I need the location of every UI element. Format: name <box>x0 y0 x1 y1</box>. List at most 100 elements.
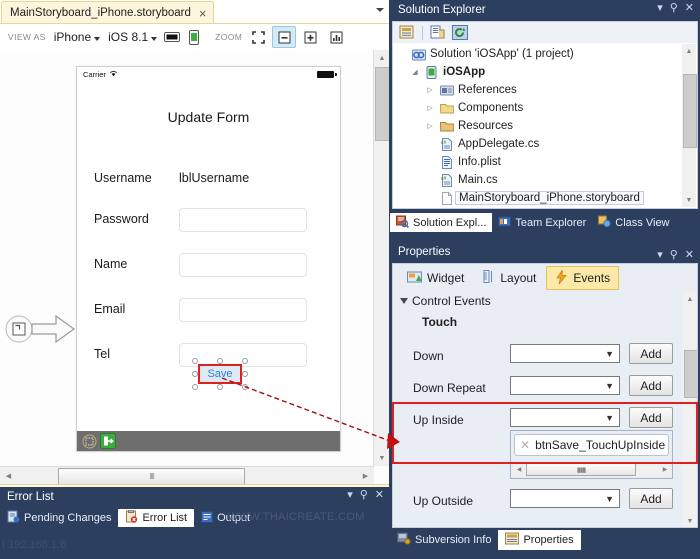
tree-node-resources[interactable]: ▷ Resources <box>397 117 697 135</box>
scrollbar-thumb[interactable] <box>683 74 697 148</box>
tree-expander[interactable]: ▷ <box>425 104 435 112</box>
landscape-icon[interactable] <box>161 27 183 47</box>
zoom-actual-icon[interactable] <box>324 26 348 48</box>
tab-pending-changes[interactable]: Pending Changes <box>0 509 118 527</box>
lbl-username-value[interactable]: lblUsername <box>179 171 249 185</box>
resize-handle[interactable] <box>242 371 248 377</box>
scroll-up-icon[interactable]: ▲ <box>682 44 696 58</box>
tree-node-label: iOSApp <box>443 66 486 78</box>
zoom-in-icon[interactable] <box>298 26 322 48</box>
resize-handle[interactable] <box>242 384 248 390</box>
tree-node-main-cs[interactable]: c# Main.cs <box>397 171 697 189</box>
canvas-horizontal-scrollbar[interactable]: ◀ ‖‖ ▶ <box>0 466 374 485</box>
event-handler-select[interactable]: ▼ <box>510 344 620 363</box>
design-canvas[interactable]: Carrier Update Form Username lblUsername… <box>0 50 374 466</box>
scroll-left-icon[interactable]: ◀ <box>513 463 525 476</box>
os-version-dropdown[interactable]: iOS 8.1 <box>104 28 161 46</box>
tree-expander[interactable]: ▷ <box>425 86 435 94</box>
pin-icon[interactable]: ⚲ <box>670 3 678 14</box>
scroll-right-icon[interactable]: ▶ <box>357 467 374 484</box>
scroll-up-icon[interactable]: ▲ <box>683 292 697 306</box>
resize-handle[interactable] <box>242 358 248 364</box>
properties-scrollbar[interactable]: ▲ ▼ <box>683 292 697 527</box>
scroll-down-icon[interactable]: ▼ <box>683 514 697 527</box>
name-input[interactable] <box>179 253 307 277</box>
chevron-down-icon[interactable] <box>376 8 384 12</box>
scroll-up-icon[interactable]: ▲ <box>374 50 390 66</box>
tab-widget[interactable]: Widget <box>399 266 472 290</box>
scrollbar-thumb[interactable]: ‖‖ <box>58 468 245 485</box>
resize-handle[interactable] <box>217 384 223 390</box>
tree-node-components[interactable]: ▷ Components <box>397 99 697 117</box>
handler-chip-btnsave-touchupinside[interactable]: ✕ btnSave_TouchUpInside <box>514 434 669 456</box>
chevron-down-icon[interactable]: ▾ <box>657 3 663 14</box>
tree-node-appdelegate-cs[interactable]: c# AppDelegate.cs <box>397 135 697 153</box>
event-handler-select[interactable]: ▼ <box>510 408 620 427</box>
add-handler-button[interactable]: Add <box>629 488 673 509</box>
solution-tree-scrollbar[interactable]: ▲ ▼ <box>682 44 697 207</box>
tab-class-view[interactable]: Class View <box>592 213 675 232</box>
device-dropdown[interactable]: iPhone <box>50 28 104 46</box>
tree-node-iosapp[interactable]: ◢ iOSApp <box>397 63 697 81</box>
tree-node-label: Solution 'iOSApp' (1 project) <box>430 48 574 60</box>
save-button-selection[interactable]: Save <box>192 358 248 390</box>
resize-handle[interactable] <box>192 358 198 364</box>
tree-node-references[interactable]: ▷ References <box>397 81 697 99</box>
tab-events[interactable]: Events <box>546 266 620 290</box>
pin-icon[interactable]: ⚲ <box>670 250 678 261</box>
solution-tree[interactable]: Solution 'iOSApp' (1 project) ◢ iOSApp ▷… <box>392 43 698 209</box>
refresh-icon[interactable] <box>450 24 470 42</box>
remove-x-icon[interactable]: ✕ <box>520 438 530 452</box>
tab-team-explorer[interactable]: Team Explorer <box>492 213 592 232</box>
close-icon[interactable]: ✕ <box>685 250 694 261</box>
tree-expander[interactable]: ▷ <box>425 122 435 130</box>
tab-subversion-info[interactable]: Subversion Info <box>390 530 498 550</box>
resize-handle[interactable] <box>192 384 198 390</box>
scroll-left-icon[interactable]: ◀ <box>0 467 17 484</box>
tab-error-list[interactable]: Error List <box>118 509 195 527</box>
tab-layout[interactable]: Layout <box>474 266 544 290</box>
chevron-down-icon[interactable]: ▾ <box>347 490 353 501</box>
portrait-icon[interactable] <box>183 27 205 47</box>
tree-expander[interactable]: ◢ <box>410 68 420 76</box>
tree-node-info-plist[interactable]: Info.plist <box>397 153 697 171</box>
zoom-out-icon[interactable] <box>272 26 297 48</box>
scroll-right-icon[interactable]: ▶ <box>659 463 671 476</box>
event-handler-select[interactable]: ▼ <box>510 489 620 508</box>
password-input[interactable] <box>179 208 307 232</box>
resize-handle[interactable] <box>217 358 223 364</box>
view-controller-canvas[interactable]: Carrier Update Form Username lblUsername… <box>76 66 341 452</box>
pin-icon[interactable]: ⚲ <box>360 490 368 501</box>
tab-properties[interactable]: Properties <box>498 530 581 550</box>
show-all-files-icon[interactable] <box>428 24 448 42</box>
first-responder-icon[interactable] <box>81 433 97 449</box>
scroll-down-icon[interactable]: ▼ <box>682 193 696 207</box>
handler-list-hscrollbar[interactable]: ◀ ▮▮▮ ▶ <box>513 463 671 476</box>
scrollbar-thumb[interactable] <box>375 67 390 141</box>
scrollbar-thumb[interactable] <box>684 350 697 398</box>
event-handler-select[interactable]: ▼ <box>510 376 620 395</box>
email-input[interactable] <box>179 298 307 322</box>
resize-handle[interactable] <box>192 371 198 377</box>
save-button[interactable]: Save <box>198 364 242 384</box>
scrollbar-thumb[interactable]: ▮▮▮ <box>526 463 636 476</box>
up-inside-handler-list[interactable]: ✕ btnSave_TouchUpInside ◀ ▮▮▮ ▶ <box>510 430 673 479</box>
close-icon[interactable]: × <box>197 7 209 20</box>
close-icon[interactable]: ✕ <box>685 3 694 14</box>
tab-solution-explorer[interactable]: Solution Expl... <box>390 213 493 232</box>
properties-window-icon[interactable] <box>397 24 417 42</box>
exit-segue-icon[interactable] <box>100 433 116 449</box>
add-handler-button[interactable]: Add <box>629 375 673 396</box>
close-icon[interactable]: ✕ <box>375 490 384 501</box>
initial-view-controller-segue[interactable] <box>4 306 78 352</box>
tree-node-mainstoryboard[interactable]: MainStoryboard_iPhone.storyboard <box>397 189 697 207</box>
tree-node-solution[interactable]: Solution 'iOSApp' (1 project) <box>397 45 697 63</box>
add-handler-button[interactable]: Add <box>629 407 673 428</box>
document-tab-mainstoryboard[interactable]: MainStoryboard_iPhone.storyboard × <box>1 1 214 24</box>
canvas-vertical-scrollbar[interactable]: ▲ ▼ <box>373 50 390 466</box>
scroll-down-icon[interactable]: ▼ <box>374 450 390 466</box>
zoom-fit-icon[interactable] <box>246 26 270 48</box>
add-handler-button[interactable]: Add <box>629 343 673 364</box>
control-events-section-header[interactable]: Control Events <box>400 294 491 308</box>
chevron-down-icon[interactable]: ▾ <box>657 250 663 261</box>
